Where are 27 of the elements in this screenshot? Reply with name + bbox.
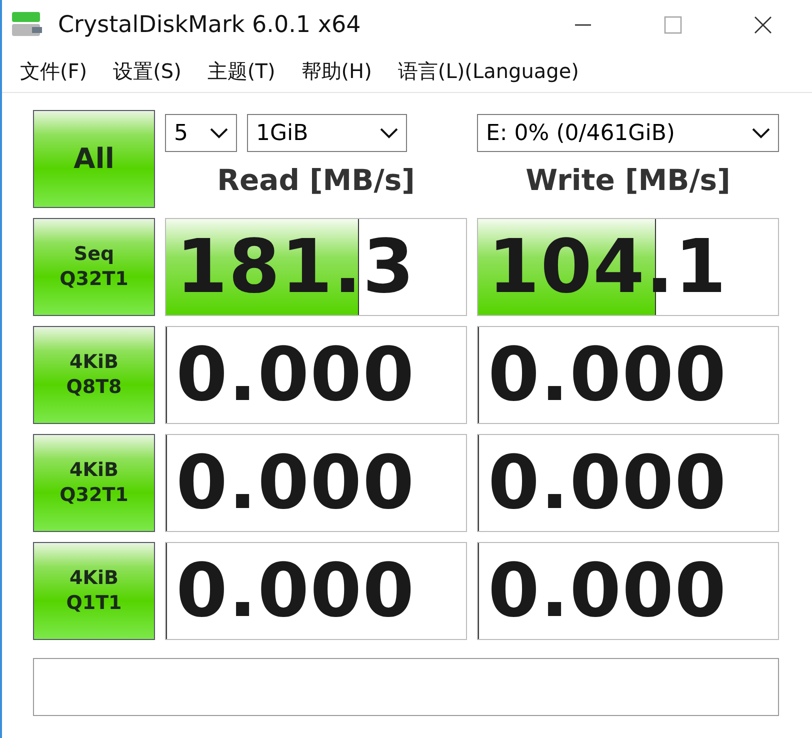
result-value: 0.000 [487, 548, 728, 634]
result-value: 0.000 [175, 440, 416, 526]
result-value: 0.000 [487, 332, 728, 418]
menu-item[interactable]: 文件(F) [20, 58, 88, 84]
test-button[interactable]: 4KiB Q8T8 [33, 326, 155, 424]
menu-item[interactable]: 帮助(H) [301, 58, 372, 84]
test-button[interactable]: 4KiB Q1T1 [33, 542, 155, 640]
test-button[interactable]: Seq Q32T1 [33, 218, 155, 316]
chevron-icon [380, 128, 398, 138]
menu-item[interactable]: 设置(S) [113, 58, 182, 84]
result-value: 0.000 [175, 548, 416, 634]
close-icon[interactable] [754, 16, 772, 34]
size-dropdown[interactable]: 1GiB [247, 114, 407, 152]
result-value: 0.000 [487, 440, 728, 526]
chevron-icon [210, 128, 228, 138]
all-button[interactable]: All [33, 110, 155, 208]
comment-field[interactable] [33, 658, 779, 716]
menu-item[interactable]: 主题(T) [207, 58, 276, 84]
write-header: Write [MB/s] [524, 163, 732, 197]
count-dropdown[interactable]: 5 [165, 114, 237, 152]
chevron-icon [752, 128, 770, 138]
drive-dropdown[interactable]: E: 0% (0/461GiB) [477, 114, 779, 152]
test-button[interactable]: 4KiB Q32T1 [33, 434, 155, 532]
menu-item[interactable]: 语言(L)(Language) [398, 58, 579, 84]
window-title: CrystalDiskMark 6.0.1 x64 [58, 12, 361, 38]
result-value: 0.000 [175, 332, 416, 418]
read-header: Read [MB/s] [216, 163, 416, 197]
